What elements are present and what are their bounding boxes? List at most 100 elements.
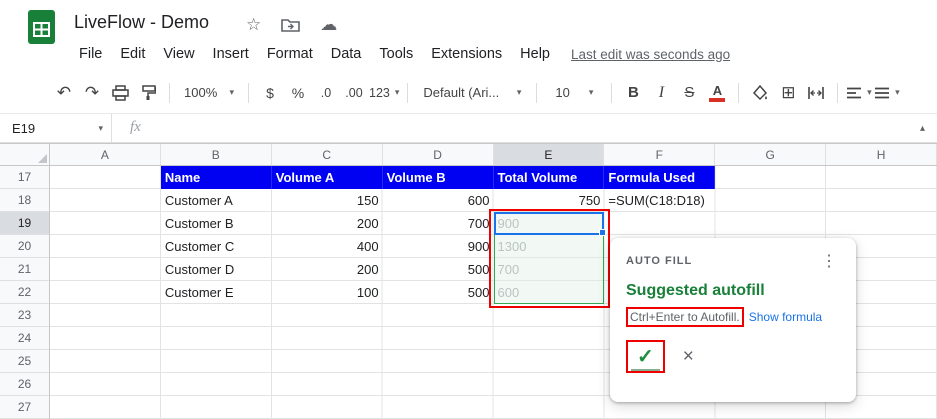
column-header-c[interactable]: C [272,144,383,165]
cell-C18[interactable]: 150 [272,189,383,212]
cell-E22-suggested[interactable]: 600 [494,281,605,304]
cell-D20[interactable]: 900 [383,235,494,258]
format-currency-button[interactable]: $ [257,79,283,107]
cell-E20-suggested[interactable]: 1300 [494,235,605,258]
paint-format-button[interactable] [135,79,161,107]
table-row: Customer C 400 900 1300 [161,235,605,258]
font-size-select[interactable]: 10 ▾ [545,79,603,107]
cell-E17[interactable]: Total Volume [493,166,605,189]
cell-D18[interactable]: 600 [383,189,494,212]
cell-E19-suggested[interactable]: 900 [494,212,605,235]
text-color-swatch [709,97,726,102]
redo-button[interactable]: ↷ [79,79,105,107]
show-formula-link[interactable]: Show formula [749,310,822,324]
cell-F17[interactable]: Formula Used [604,166,716,189]
menu-tools[interactable]: Tools [370,42,422,66]
column-header-a[interactable]: A [50,144,161,165]
column-header-g[interactable]: G [715,144,827,165]
autofill-popup-title: AUTO FILL [626,255,693,267]
fill-color-button[interactable] [747,79,773,107]
row-header-23[interactable]: 23 [0,304,49,327]
name-box[interactable]: E19 ▾ [0,114,112,143]
cell-B22[interactable]: Customer E [161,281,272,304]
row-header-26[interactable]: 26 [0,373,49,396]
toolbar-separator [407,82,409,103]
formula-input[interactable] [160,114,900,143]
move-folder-icon[interactable] [281,18,301,32]
horizontal-align-button[interactable]: ▾ [846,79,872,107]
cell-C21[interactable]: 200 [272,258,383,281]
menu-edit[interactable]: Edit [111,42,154,66]
more-toolbar-button[interactable]: ▾ [874,79,900,107]
collapse-formula-bar-icon[interactable]: ▴ [920,123,925,134]
cell-C22[interactable]: 100 [272,281,383,304]
cell-C19[interactable]: 200 [272,212,383,235]
column-header-b[interactable]: B [161,144,272,165]
last-edit-link[interactable]: Last edit was seconds ago [571,47,730,62]
cell-F18[interactable]: =SUM(C18:D18) [604,189,715,212]
bold-button[interactable]: B [620,79,646,107]
chevron-down-icon: ▾ [394,87,400,97]
row-header-19[interactable]: 19 [0,212,49,235]
increase-decimals-button[interactable]: .00 [341,79,367,107]
cell-B18[interactable]: Customer A [161,189,272,212]
more-options-icon[interactable]: ⋮ [818,251,840,271]
cell-D17[interactable]: Volume B [382,166,494,189]
menu-help[interactable]: Help [511,42,559,66]
cell-B20[interactable]: Customer C [161,235,272,258]
row-header-22[interactable]: 22 [0,281,49,304]
format-percent-button[interactable]: % [285,79,311,107]
cell-B21[interactable]: Customer D [161,258,272,281]
table-header-row: Name Volume A Volume B Total Volume Form… [160,166,716,189]
merge-cells-button[interactable] [803,79,829,107]
toolbar-separator [611,82,613,103]
column-header-h[interactable]: H [826,144,937,165]
dismiss-autofill-button[interactable]: × [683,346,694,368]
menu-data[interactable]: Data [322,42,371,66]
zoom-select[interactable]: 100% ▾ [178,79,240,107]
cell-D22[interactable]: 500 [383,281,494,304]
column-header-e[interactable]: E [493,144,605,165]
column-header-f[interactable]: F [604,144,716,165]
menu-view[interactable]: View [154,42,203,66]
sheets-logo-icon[interactable] [28,10,55,44]
row-header-24[interactable]: 24 [0,327,49,350]
chevron-down-icon: ▾ [895,87,900,97]
strikethrough-button[interactable]: S [676,79,702,107]
cell-C20[interactable]: 400 [272,235,383,258]
cell-E21-suggested[interactable]: 700 [494,258,605,281]
more-formats-button[interactable]: 123 ▾ [369,79,399,107]
cell-C17[interactable]: Volume A [271,166,383,189]
row-header-25[interactable]: 25 [0,350,49,373]
font-select[interactable]: Default (Ari... ▾ [416,79,528,107]
chevron-down-icon: ▾ [867,87,872,97]
fill-handle[interactable] [599,229,606,236]
row-header-17[interactable]: 17 [0,166,49,189]
undo-button[interactable]: ↶ [51,79,77,107]
cell-D19[interactable]: 700 [383,212,494,235]
cell-B17[interactable]: Name [160,166,272,189]
star-icon[interactable]: ☆ [246,15,261,35]
menu-extensions[interactable]: Extensions [422,42,511,66]
menu-insert[interactable]: Insert [204,42,258,66]
row-header-18[interactable]: 18 [0,189,49,212]
print-button[interactable] [107,79,133,107]
decrease-decimals-button[interactable]: .0 [313,79,339,107]
column-header-d[interactable]: D [383,144,494,165]
italic-button[interactable]: I [648,79,674,107]
fx-icon: fx [130,119,141,135]
cell-B19[interactable]: Customer B [161,212,272,235]
row-header-21[interactable]: 21 [0,258,49,281]
menu-format[interactable]: Format [258,42,322,66]
document-title[interactable]: LiveFlow - Demo [74,12,209,33]
select-all-corner[interactable] [0,143,50,166]
text-color-button[interactable]: A [704,79,730,107]
row-header-27[interactable]: 27 [0,396,49,419]
cell-D21[interactable]: 500 [383,258,494,281]
cell-E18[interactable]: 750 [494,189,605,212]
row-header-20[interactable]: 20 [0,235,49,258]
menu-file[interactable]: File [70,42,111,66]
borders-button[interactable]: ⊞ [775,79,801,107]
accept-autofill-button[interactable]: ✓ [631,346,660,371]
chevron-down-icon: ▾ [229,87,234,97]
